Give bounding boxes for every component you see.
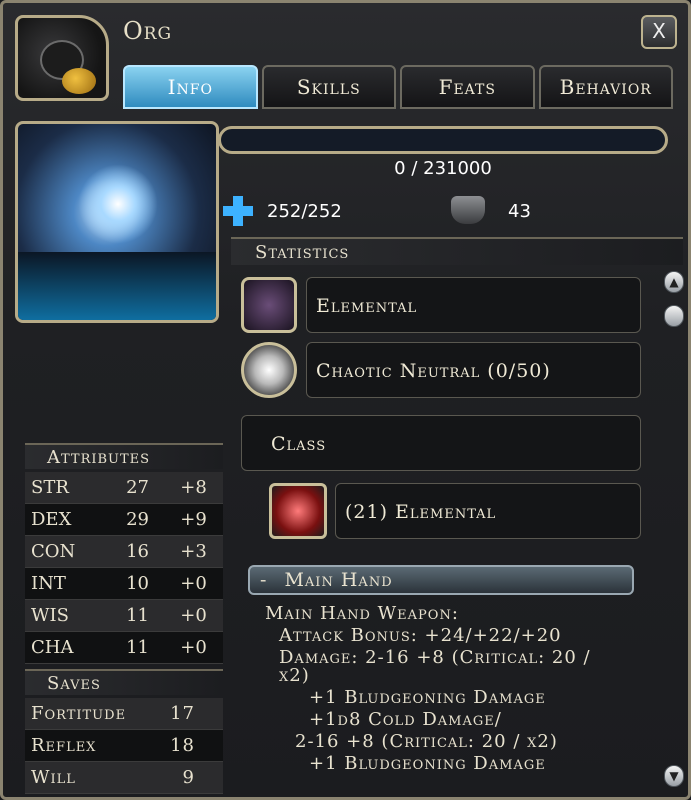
- attribute-row: CHA 11 +0: [25, 631, 223, 664]
- save-name: Reflex: [25, 729, 153, 762]
- experience-text: 0 / 231000: [394, 158, 492, 179]
- attribute-score: 11: [110, 631, 165, 664]
- saves-header: Saves: [25, 669, 223, 695]
- save-row: Will 9: [25, 761, 223, 794]
- elemental-class-icon[interactable]: [269, 483, 327, 539]
- attribute-modifier: +8: [164, 472, 223, 504]
- save-row: Reflex 18: [25, 729, 223, 762]
- race-label: Elemental: [316, 295, 418, 317]
- alignment-medallion-icon[interactable]: [241, 342, 297, 398]
- attribute-modifier: +9: [164, 503, 223, 536]
- attribute-modifier: +0: [164, 631, 223, 664]
- save-name: Fortitude: [25, 698, 153, 730]
- tab-behavior[interactable]: Behavior: [538, 65, 673, 109]
- scroll-thumb[interactable]: [664, 305, 684, 327]
- main-hand-line: Main Hand Weapon:: [265, 603, 459, 624]
- save-value: 9: [152, 761, 223, 794]
- saves-table: Fortitude 17 Reflex 18 Will 9: [25, 698, 223, 794]
- window-title: Org: [123, 17, 173, 45]
- attribute-name: STR: [25, 472, 111, 504]
- close-icon: X: [652, 19, 666, 43]
- character-portrait: [15, 15, 109, 101]
- attribute-score: 29: [110, 503, 165, 536]
- attribute-row: CON 16 +3: [25, 535, 223, 568]
- plus-icon: [223, 196, 253, 226]
- class-value: (21) Elemental: [345, 501, 497, 523]
- attribute-row: WIS 11 +0: [25, 599, 223, 632]
- scroll-up-button[interactable]: ▲: [664, 271, 684, 293]
- character-model-view: [15, 121, 219, 323]
- attributes-header: Attributes: [25, 443, 223, 469]
- class-label: Class: [271, 433, 327, 455]
- attribute-row: DEX 29 +9: [25, 503, 223, 536]
- attribute-modifier: +3: [164, 535, 223, 568]
- hit-points: 252/252: [267, 201, 342, 222]
- attribute-score: 16: [110, 535, 165, 568]
- attribute-modifier: +0: [164, 567, 223, 600]
- attribute-score: 11: [110, 599, 165, 632]
- attribute-row: STR 27 +8: [25, 472, 223, 504]
- main-hand-line: +1 Bludgeoning Damage: [309, 687, 546, 708]
- tab-bar: Info Skills Feats Behavior: [123, 65, 673, 111]
- statistics-header: Statistics: [231, 237, 683, 265]
- attribute-score: 27: [110, 472, 165, 504]
- attribute-name: DEX: [25, 503, 111, 536]
- main-hand-line: +1 Bludgeoning Damage: [309, 753, 546, 774]
- collapse-icon: -: [260, 569, 268, 591]
- close-button[interactable]: X: [641, 15, 677, 49]
- tab-skills[interactable]: Skills: [261, 65, 396, 109]
- attribute-name: INT: [25, 567, 111, 600]
- tab-feats[interactable]: Feats: [400, 65, 535, 109]
- alignment-label: Chaotic Neutral (0/50): [316, 360, 551, 382]
- armor-icon: [451, 196, 485, 224]
- portrait-gold-pouch: [62, 68, 96, 94]
- experience-bar: [218, 126, 668, 154]
- save-row: Fortitude 17: [25, 698, 223, 730]
- attribute-row: INT 10 +0: [25, 567, 223, 600]
- save-value: 18: [152, 729, 223, 762]
- main-hand-header[interactable]: - Main Hand: [248, 565, 634, 595]
- main-hand-line: +1d8 Cold Damage/: [309, 709, 502, 730]
- main-hand-title: Main Hand: [284, 569, 393, 591]
- tab-info[interactable]: Info: [123, 65, 258, 109]
- attribute-modifier: +0: [164, 599, 223, 632]
- attribute-name: CON: [25, 535, 111, 568]
- scroll-down-button[interactable]: ▼: [664, 765, 684, 787]
- character-sheet-window: Org X Info Skills Feats Behavior 0 / 231…: [0, 0, 691, 800]
- elemental-glow: [78, 164, 158, 244]
- attribute-score: 10: [110, 567, 165, 600]
- elemental-rune-icon[interactable]: [241, 277, 297, 333]
- main-hand-line: 2-16 +8 (Critical: 20 / x2): [295, 731, 558, 752]
- main-hand-details: Main Hand Weapon: Attack Bonus: +24/+22/…: [257, 603, 657, 775]
- armor-class: 43: [508, 201, 531, 222]
- scene-floor: [18, 252, 216, 320]
- statistics-scrollbar[interactable]: ▲ ▼: [664, 271, 684, 791]
- attribute-name: WIS: [25, 599, 111, 632]
- main-hand-line: Attack Bonus: +24/+22/+20: [279, 625, 562, 646]
- attribute-name: CHA: [25, 631, 111, 664]
- save-name: Will: [25, 761, 153, 794]
- attributes-table: STR 27 +8 DEX 29 +9 CON 16 +3 INT 10 +0 WIS 11 +0 …: [25, 472, 223, 664]
- save-value: 17: [152, 698, 223, 730]
